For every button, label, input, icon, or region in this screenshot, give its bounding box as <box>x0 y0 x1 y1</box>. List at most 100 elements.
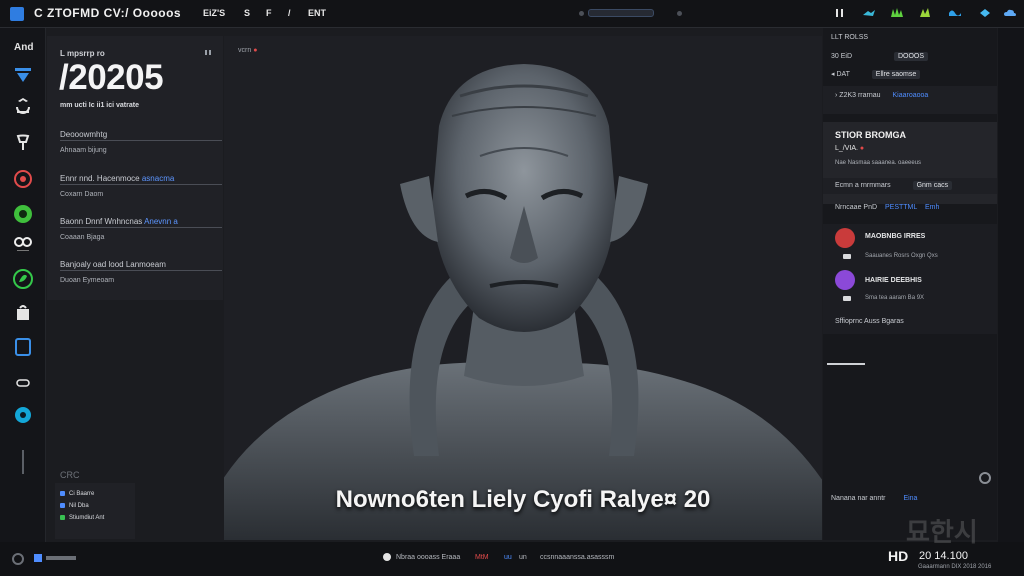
comment-meta: Saauanes Rosrs Oxgn Qxs <box>865 253 938 259</box>
info-block[interactable]: Baonn Dnnf Wnhncnas Anevnn a Coaaan Bjag… <box>60 217 222 241</box>
divider <box>60 270 222 271</box>
tool-rail: And <box>0 28 46 542</box>
triangle-icon[interactable] <box>13 66 33 84</box>
recycle-icon[interactable] <box>13 96 33 114</box>
pin-icon[interactable] <box>13 134 33 152</box>
viewport-label: vcrn ● <box>238 47 258 54</box>
property-label: 30 EiD <box>831 53 853 60</box>
panel-header: LLT ROLSS <box>831 34 869 41</box>
bag-icon[interactable] <box>13 304 33 322</box>
info-block-sub: Duoan Eymeoam <box>60 277 115 284</box>
info-block[interactable]: Deooowmhtg Ahnaam bijung <box>60 130 222 154</box>
sliders-icon[interactable] <box>34 552 78 564</box>
app-title: C ZTOFMD CV:/ Ooooos <box>34 6 182 20</box>
plant-icon[interactable] <box>918 7 932 19</box>
info-block-link[interactable]: Anevnn a <box>144 217 178 226</box>
property-row[interactable]: 30 EiD DOOOS <box>831 52 1005 61</box>
status-text: Nbraa oooass Eraaa <box>396 554 461 561</box>
status-text: un <box>519 554 527 561</box>
info-block-title: Banjoaly oad lood Lanmoeam <box>60 260 166 269</box>
divider <box>60 184 222 185</box>
pause-icon[interactable] <box>833 7 847 19</box>
property-link[interactable]: PESTTML <box>885 204 917 211</box>
settings-icon[interactable] <box>979 472 991 484</box>
app-logo-icon[interactable] <box>10 7 24 21</box>
character-render <box>224 64 822 540</box>
bird-icon[interactable] <box>862 7 876 19</box>
info-block-link[interactable]: asnacma <box>142 174 174 183</box>
info-panel: L mpsrrp ro /20205 mm ucti Ic ii1 ici va… <box>47 36 223 300</box>
property-link[interactable]: Eina <box>903 495 917 502</box>
pause-icon[interactable] <box>205 50 211 55</box>
property-value[interactable]: Gnm cacs <box>912 181 953 190</box>
info-block-sub: Coxarn Daom <box>60 191 104 198</box>
comment-chip <box>843 254 851 259</box>
status-dot <box>677 11 682 16</box>
top-bar: C ZTOFMD CV:/ Ooooos EiZ'S S F / ENT <box>0 0 1024 28</box>
property-link[interactable]: Kiaaroaooa <box>893 92 929 99</box>
comment-chip <box>843 296 851 301</box>
avatar[interactable] <box>835 228 855 248</box>
feature-subtitle: L_/VIA. ● <box>835 145 865 152</box>
hd-logo: HD <box>888 548 909 564</box>
leaf-icon[interactable] <box>13 269 33 289</box>
property-label: Nrncaae PnD <box>835 204 878 211</box>
settings-icon[interactable] <box>12 553 24 565</box>
property-row[interactable]: ◂ DAT Ellre saomse <box>831 70 1005 79</box>
avatar[interactable] <box>835 270 855 290</box>
property-label: Nanana nar anntr <box>831 495 886 502</box>
planet-icon[interactable] <box>13 205 33 223</box>
record-icon[interactable] <box>382 552 392 562</box>
comment-author: HAIRIE DEEBHIS <box>865 277 922 284</box>
layer-item[interactable]: Nil Dba <box>60 503 89 509</box>
info-block-title: Ennr nnd. Hacenmoce <box>60 174 140 183</box>
cloud-icon[interactable] <box>13 373 33 391</box>
property-value[interactable]: Ellre saomse <box>871 70 921 79</box>
feature-title: STIOR BROMGA <box>835 130 906 140</box>
frame-icon[interactable] <box>13 338 33 356</box>
grass-icon[interactable] <box>890 7 904 19</box>
property-row[interactable]: Nrncaae PnD PESTTML Emh <box>835 204 1009 211</box>
menu-item[interactable]: EiZ'S <box>203 8 225 18</box>
render-viewport[interactable]: vcrn ● Nowno6ten Liely Cyofi Ralye¤ 20 <box>224 36 822 540</box>
target-icon[interactable] <box>13 170 33 188</box>
side-strip <box>998 28 1024 542</box>
fish-icon[interactable] <box>978 7 992 19</box>
menu-item[interactable]: F <box>266 8 272 18</box>
eyes-icon[interactable] <box>13 236 33 254</box>
feature-meta: Nae Nasmaa saaanea. oaeeeus <box>835 160 922 166</box>
property-link[interactable]: Emh <box>925 204 939 211</box>
property-row[interactable]: Ecmn a rnrmmars Gnm cacs <box>823 178 997 194</box>
chevron-right-icon: › <box>835 92 838 99</box>
search-input[interactable] <box>588 9 654 17</box>
comment-author: MAOBNBG IRRES <box>865 233 926 240</box>
comment-meta: Sma tea aaram Ba 9X <box>865 295 925 301</box>
info-block-sub: Ahnaam bijung <box>60 147 107 154</box>
status-text: MtM <box>475 554 489 561</box>
layers-title: CRC <box>60 470 80 480</box>
status-text: uu <box>504 554 512 561</box>
property-row[interactable]: Sffioprnc Auss Bgaras <box>835 318 1009 325</box>
property-value[interactable]: DOOOS <box>893 52 929 61</box>
swirl-icon[interactable] <box>13 406 33 424</box>
menu-item[interactable]: ENT <box>308 8 326 18</box>
cloud-icon[interactable] <box>1003 7 1017 19</box>
panel-kicker: L mpsrrp ro <box>60 49 105 58</box>
divider <box>60 140 222 141</box>
info-block[interactable]: Ennr nnd. Hacenmoce asnacma Coxarn Daom <box>60 174 222 198</box>
info-block[interactable]: Banjoaly oad lood Lanmoeam Duoan Eymeoam <box>60 260 222 284</box>
render-caption: Nowno6ten Liely Cyofi Ralye¤ 20 <box>335 486 711 513</box>
watermark: 묘한시 <box>906 517 978 547</box>
layer-item[interactable]: Ci Baarre <box>60 491 94 497</box>
footer-note: Gaaarmann DIX 2018 2016 <box>918 564 992 570</box>
wave-icon[interactable] <box>948 7 962 19</box>
property-row[interactable]: Nanana nar anntr Eina <box>831 495 1005 502</box>
menu-item[interactable]: S <box>244 8 250 18</box>
divider <box>827 363 865 365</box>
layer-item[interactable]: Stiumdiut Ant <box>60 515 104 521</box>
scroll-handle[interactable] <box>22 450 24 474</box>
status-text: ccsnnaaanssa.asasssm <box>540 554 615 561</box>
property-row[interactable]: › Z2K3 rrarnau Kiaaroaooa <box>823 86 997 114</box>
rail-label: And <box>14 42 34 53</box>
menu-item[interactable]: / <box>288 8 291 18</box>
